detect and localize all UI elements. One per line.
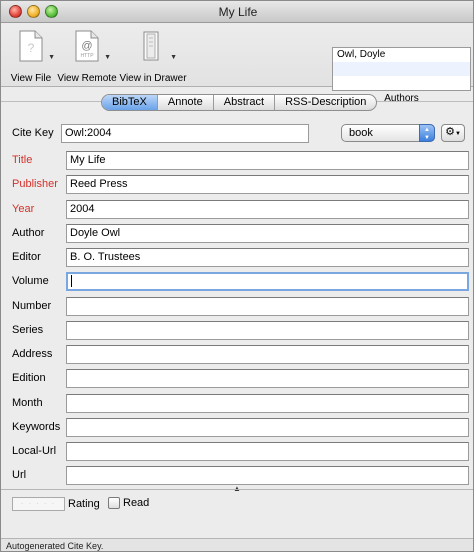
number-label: Number [12, 300, 52, 312]
authors-list[interactable]: Owl, Doyle [332, 47, 471, 91]
remote-url-icon: @ HTTP ▼ [69, 29, 111, 65]
url-field[interactable] [66, 466, 469, 485]
chevron-down-icon: ▼ [48, 54, 55, 61]
field-row-author: Author Doyle Owl [1, 224, 473, 244]
tab-abstract[interactable]: Abstract [214, 95, 276, 110]
keywords-label: Keywords [12, 421, 61, 433]
author-field[interactable]: Doyle Owl [66, 224, 469, 243]
up-down-arrows-icon: ▲ ▼ [419, 124, 435, 142]
svg-text:?: ? [28, 41, 35, 55]
svg-text:HTTP: HTTP [80, 53, 94, 59]
title-field[interactable]: My Life [66, 151, 469, 170]
local-url-field[interactable] [66, 442, 469, 461]
view-remote-label: View Remote [57, 73, 117, 84]
series-label: Series [12, 324, 44, 336]
chevron-down-icon: ▼ [454, 131, 461, 137]
authors-list-item[interactable]: Owl, Doyle [333, 48, 470, 62]
keywords-field[interactable] [66, 418, 469, 437]
local-url-label: Local-Url [12, 445, 57, 457]
series-field[interactable] [66, 321, 469, 340]
year-field[interactable]: 2004 [66, 200, 469, 219]
field-row-month: Month [1, 394, 473, 414]
cite-key-label: Cite Key [12, 127, 54, 139]
read-checkbox[interactable] [108, 497, 120, 509]
field-row-edition: Edition [1, 369, 473, 389]
window-title: My Life [218, 5, 258, 19]
document-window: My Life ? ▼ View File @ HTTP ▼ View Remo… [0, 0, 474, 552]
address-field[interactable] [66, 345, 469, 364]
view-remote-button[interactable]: @ HTTP ▼ View Remote [57, 29, 117, 84]
authors-list-empty-row [333, 62, 470, 76]
tab-rss-description[interactable]: RSS-Description [275, 95, 376, 110]
cite-key-field[interactable]: Owl:2004 [61, 124, 309, 143]
cite-key-row: Cite Key Owl:2004 book ▲ ▼ ⚙▼ [1, 124, 473, 144]
volume-label: Volume [12, 275, 49, 287]
publication-type-popup[interactable]: book ▲ ▼ [341, 124, 435, 142]
url-label: Url [12, 469, 27, 481]
field-row-volume: Volume [1, 272, 473, 292]
edition-label: Edition [12, 372, 46, 384]
field-row-address: Address [1, 345, 473, 365]
view-file-button[interactable]: ? ▼ View File [11, 29, 55, 84]
field-row-keywords: Keywords [1, 418, 473, 438]
title-bar[interactable]: My Life [1, 1, 473, 23]
text-caret [71, 274, 72, 287]
drawer-icon: ▼ [135, 29, 177, 65]
tab-annote[interactable]: Annote [158, 95, 214, 110]
tab-bar: BibTeX Annote Abstract RSS-Description [101, 94, 378, 111]
view-in-drawer-label: View in Drawer [119, 73, 187, 84]
field-row-series: Series [1, 321, 473, 341]
field-row-publisher: Publisher Reed Press [1, 175, 473, 195]
number-field[interactable] [66, 297, 469, 316]
field-row-local-url: Local-Url [1, 442, 473, 462]
rating-label: Rating [68, 498, 100, 510]
status-bar: Autogenerated Cite Key. [1, 538, 473, 551]
volume-field[interactable] [66, 272, 469, 291]
field-row-year: Year 2004 [1, 200, 473, 220]
publication-type-value: book [349, 127, 373, 139]
status-text: Autogenerated Cite Key. [6, 541, 104, 551]
rating-control[interactable]: · · · · · [12, 497, 65, 511]
month-label: Month [12, 397, 43, 409]
tab-bibtex[interactable]: BibTeX [102, 95, 158, 110]
field-row-url: Url [1, 466, 473, 486]
svg-text:@: @ [81, 40, 92, 52]
address-label: Address [12, 348, 53, 360]
author-label: Author [12, 227, 45, 239]
field-row-editor: Editor B. O. Trustees [1, 248, 473, 268]
edition-field[interactable] [66, 369, 469, 388]
read-label: Read [123, 497, 150, 509]
field-row-title: Title My Life [1, 151, 473, 171]
editor-field[interactable]: B. O. Trustees [66, 248, 469, 267]
action-menu-button[interactable]: ⚙▼ [441, 124, 465, 142]
publisher-field[interactable]: Reed Press [66, 175, 469, 194]
field-row-number: Number [1, 297, 473, 317]
document-file-icon: ? ▼ [13, 29, 55, 65]
editor-label: Editor [12, 251, 41, 263]
authors-list-empty-row [333, 76, 470, 90]
view-in-drawer-button[interactable]: ▼ View in Drawer [119, 29, 187, 84]
title-label: Title [12, 154, 33, 166]
bottom-divider [1, 489, 473, 490]
chevron-down-icon: ▼ [104, 54, 111, 61]
publisher-label: Publisher [12, 178, 58, 190]
gear-icon: ⚙ [445, 126, 455, 138]
year-label: Year [12, 203, 35, 215]
toolbar: ? ▼ View File @ HTTP ▼ View Remote ▼ Vie… [1, 23, 473, 104]
month-field[interactable] [66, 394, 469, 413]
chevron-down-icon: ▼ [170, 54, 177, 61]
